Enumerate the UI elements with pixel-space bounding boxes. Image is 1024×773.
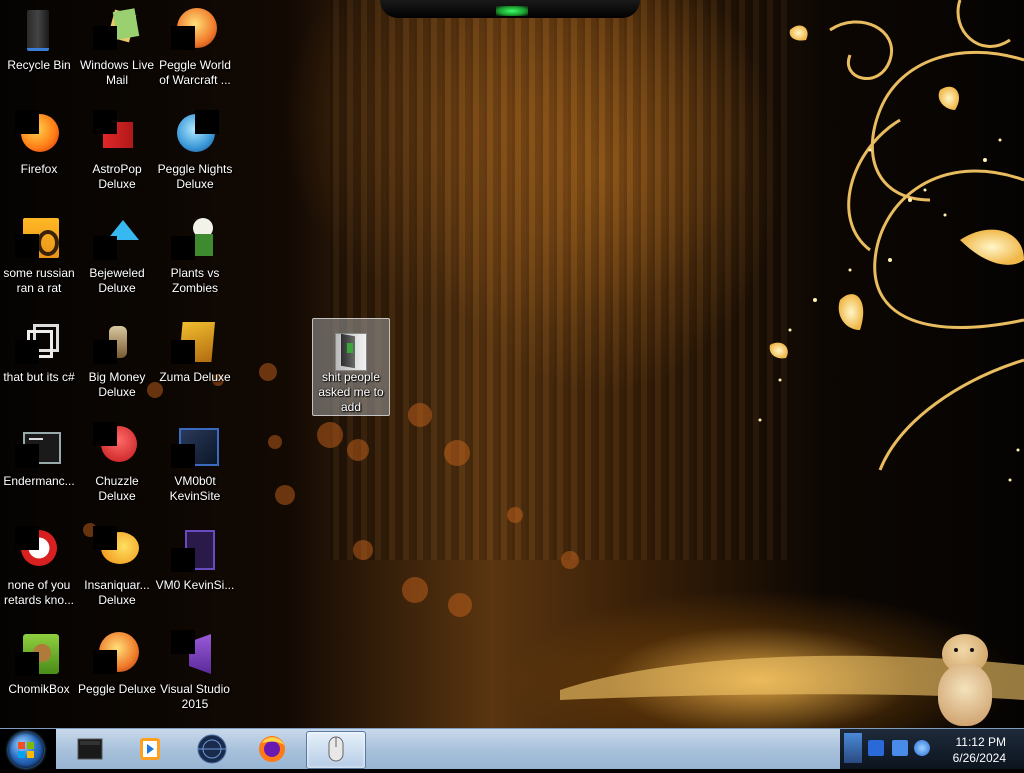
file-icon bbox=[171, 526, 219, 574]
hamster-desktop-gadget[interactable] bbox=[932, 628, 996, 728]
desktop[interactable]: Recycle Bin Windows Live Mail Peggle Wor… bbox=[0, 0, 1024, 728]
desktop-icon-recycle-bin[interactable]: Recycle Bin bbox=[0, 0, 79, 100]
taskbar: 11:12 PM 6/26/2024 bbox=[0, 728, 1024, 769]
desktop-folder-shit-people-asked[interactable]: shit people asked me to add bbox=[312, 318, 390, 416]
wallpaper-texture bbox=[330, 0, 790, 560]
peggle-nights-icon bbox=[171, 110, 219, 158]
desktop-icon-firefox[interactable]: Firefox bbox=[0, 104, 79, 204]
rat-app-icon bbox=[15, 214, 63, 262]
globe-icon bbox=[197, 734, 227, 764]
peggle-deluxe-icon bbox=[93, 630, 141, 678]
plants-vs-zombies-icon bbox=[171, 214, 219, 262]
desktop-icon-vm0-kevinsite[interactable]: VM0 KevinSi... bbox=[155, 520, 235, 620]
firefox-icon bbox=[15, 110, 63, 158]
network-icon[interactable] bbox=[868, 740, 884, 756]
desktop-icon-chomikbox[interactable]: ChomikBox bbox=[0, 624, 79, 724]
desktop-icon-peggle-nights[interactable]: Peggle Nights Deluxe bbox=[155, 104, 235, 204]
terminal-app-icon bbox=[15, 422, 63, 470]
taskbar-button-globe[interactable] bbox=[184, 731, 240, 767]
desktop-icon-some-russian[interactable]: some russian ran a rat bbox=[0, 208, 79, 308]
desktop-icon-insaniquarium[interactable]: Insaniquar... Deluxe bbox=[77, 520, 157, 620]
chomikbox-icon bbox=[15, 630, 63, 678]
window-stack-icon bbox=[15, 318, 63, 366]
desktop-icon-big-money[interactable]: Big Money Deluxe bbox=[77, 312, 157, 412]
display-icon[interactable] bbox=[892, 740, 908, 756]
insaniquarium-icon bbox=[93, 526, 141, 574]
desktop-icon-astropop[interactable]: AstroPop Deluxe bbox=[77, 104, 157, 204]
windows-logo-icon bbox=[18, 742, 34, 758]
mail-icon bbox=[93, 6, 141, 54]
show-desktop-thumbnail-icon[interactable] bbox=[844, 733, 862, 763]
start-button[interactable] bbox=[8, 732, 44, 768]
visual-studio-icon bbox=[171, 630, 219, 678]
taskbar-button-media-player[interactable] bbox=[122, 731, 178, 767]
desktop-icon-vm0b0t-kevinsite[interactable]: VM0b0t KevinSite bbox=[155, 416, 235, 516]
peggle-icon bbox=[171, 6, 219, 54]
folder-icon bbox=[327, 325, 375, 371]
desktop-icon-chuzzle[interactable]: Chuzzle Deluxe bbox=[77, 416, 157, 516]
red-circle-app-icon bbox=[15, 526, 63, 574]
desktop-icon-plants-vs-zombies[interactable]: Plants vs Zombies bbox=[155, 208, 235, 308]
astropop-icon bbox=[93, 110, 141, 158]
taskbar-button-terminal[interactable] bbox=[62, 731, 118, 767]
desktop-icon-endermanch[interactable]: Endermanc... bbox=[0, 416, 79, 516]
desktop-icon-zuma[interactable]: Zuma Deluxe bbox=[155, 312, 235, 412]
start-area bbox=[0, 729, 56, 769]
clock-date[interactable]: 6/26/2024 bbox=[926, 751, 1006, 765]
big-money-icon bbox=[93, 318, 141, 366]
firefox-icon bbox=[259, 736, 285, 762]
terminal-icon bbox=[77, 738, 103, 760]
kevinsite-icon bbox=[171, 422, 219, 470]
desktop-icon-none-of-you[interactable]: none of you retards kno... bbox=[0, 520, 79, 620]
media-player-icon bbox=[140, 738, 160, 760]
chuzzle-icon bbox=[93, 422, 141, 470]
desktop-icon-windows-live-mail[interactable]: Windows Live Mail bbox=[77, 0, 157, 100]
taskbar-button-mouse-app[interactable] bbox=[306, 731, 366, 769]
taskbar-button-firefox[interactable] bbox=[244, 731, 300, 767]
mouse-icon bbox=[328, 736, 344, 762]
desktop-icon-peggle-deluxe[interactable]: Peggle Deluxe bbox=[77, 624, 157, 724]
desktop-icon-bejeweled[interactable]: Bejeweled Deluxe bbox=[77, 208, 157, 308]
clock-time[interactable]: 11:12 PM bbox=[926, 735, 1006, 749]
desktop-icon-visual-studio[interactable]: Visual Studio 2015 bbox=[155, 624, 235, 724]
zuma-icon bbox=[171, 318, 219, 366]
wallpaper-green-light bbox=[496, 6, 528, 16]
desktop-icon-that-but-its-csharp[interactable]: that but its c# bbox=[0, 312, 79, 412]
recycle-bin-icon bbox=[15, 6, 63, 54]
desktop-icon-peggle-wow[interactable]: Peggle World of Warcraft ... bbox=[155, 0, 235, 100]
bejeweled-icon bbox=[93, 214, 141, 262]
system-tray: 11:12 PM 6/26/2024 bbox=[840, 729, 1024, 769]
